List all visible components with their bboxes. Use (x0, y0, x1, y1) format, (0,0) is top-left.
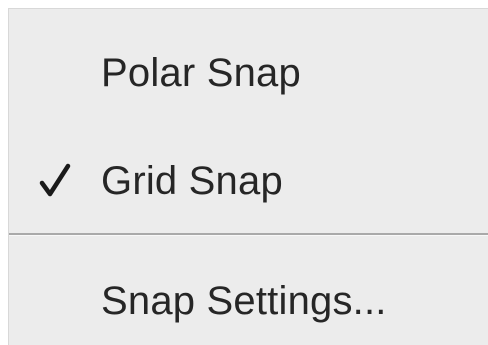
menu-item-grid-snap[interactable]: Grid Snap (9, 143, 488, 219)
menu-item-label: Polar Snap (101, 51, 301, 95)
menu-item-label: Snap Settings... (101, 279, 387, 323)
context-menu: Polar Snap Grid Snap Snap Settings... (8, 8, 488, 345)
menu-item-label: Grid Snap (101, 159, 283, 203)
menu-item-polar-snap[interactable]: Polar Snap (9, 35, 488, 111)
checkmark-icon (39, 161, 71, 201)
menu-item-snap-settings[interactable]: Snap Settings... (9, 263, 488, 339)
menu-separator (9, 233, 488, 236)
